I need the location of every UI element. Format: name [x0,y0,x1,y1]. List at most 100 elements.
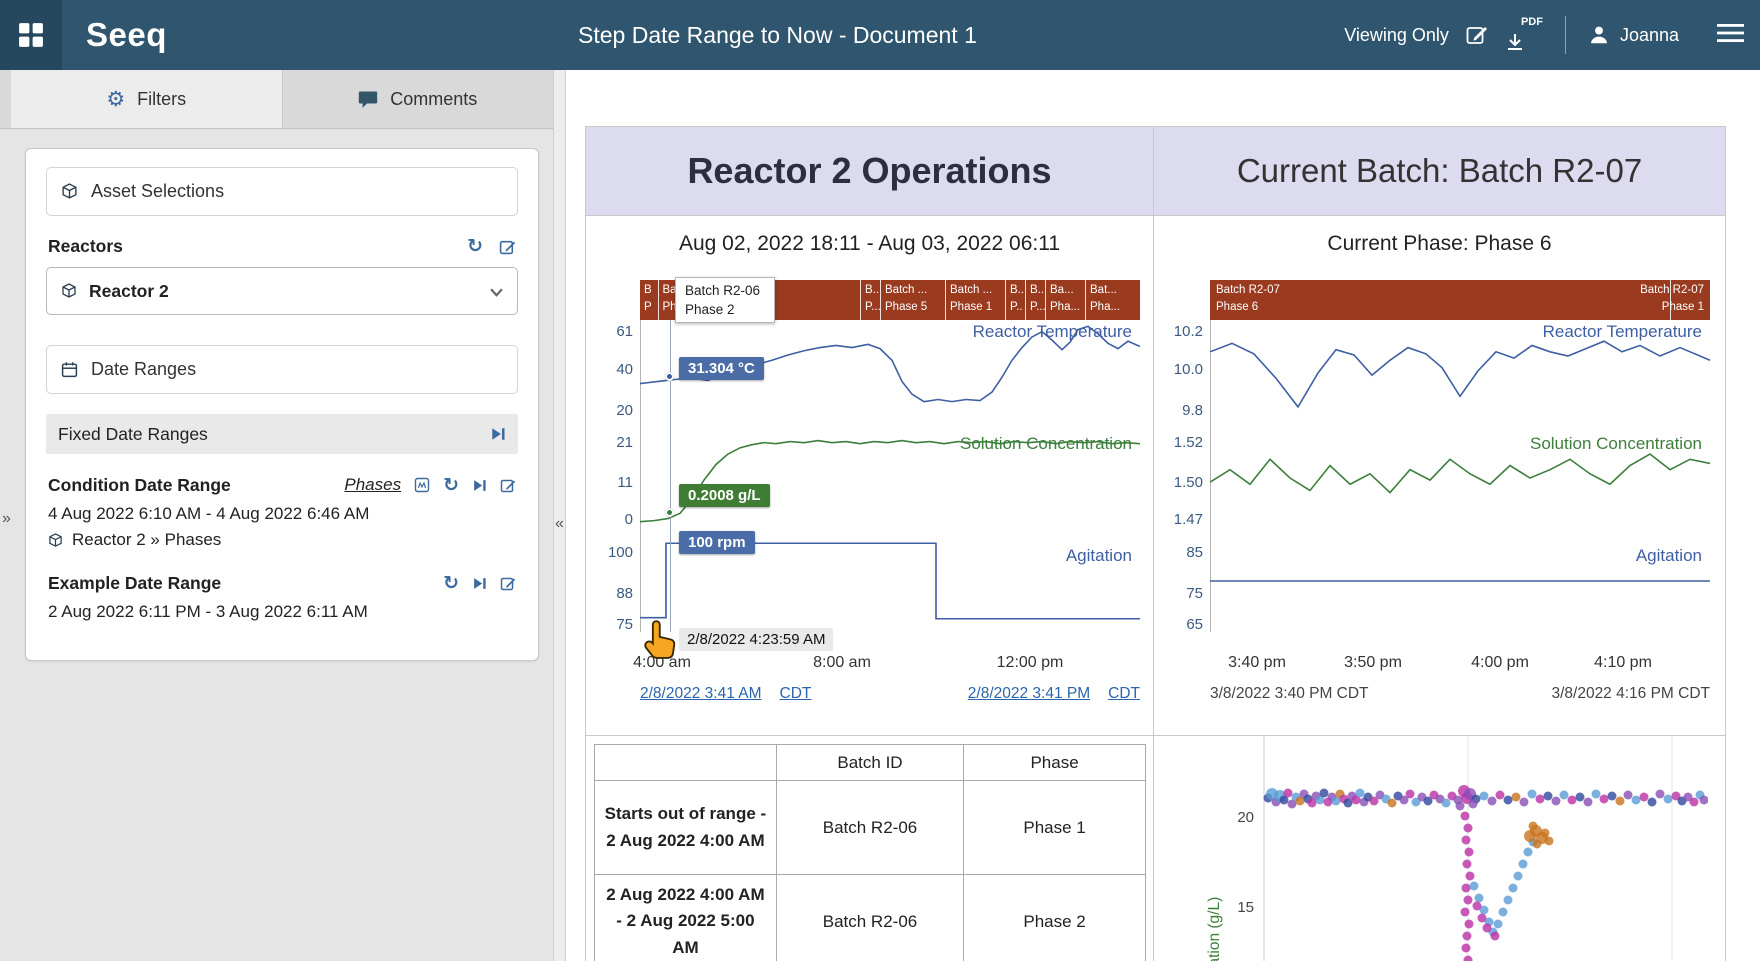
seeq-logo[interactable]: Seeq [86,16,167,54]
y-tick: 40 [600,361,633,378]
comment-icon [358,90,378,109]
capsule-label: Batch R2-07Phase 6 [1216,282,1280,316]
scatter-points [1264,785,1709,961]
batch-table-cell: Batch ID Phase Starts out of range - 2 A… [586,736,1154,961]
cube-icon [61,283,77,299]
asset-dropdown[interactable]: Reactor 2 [46,267,518,315]
download-arrow-icon [1505,32,1525,52]
phase-cell: Phase 2 [964,875,1146,961]
y-tick: 11 [600,474,633,491]
lane-agitation: Agitation [1210,530,1710,632]
date-ranges-header: Date Ranges [46,345,518,394]
capsule-segment[interactable]: BaPh [658,280,676,320]
left-chart-cell: Aug 02, 2022 18:11 - Aug 03, 2022 06:11 … [586,216,1154,736]
chart-range-footer: 3/8/2022 3:40 PM CDT 3/8/2022 4:16 PM CD… [1210,685,1710,703]
y-tick: 1.50 [1170,474,1203,491]
range-start-link[interactable]: 2/8/2022 3:41 AM [640,685,762,702]
capsule-label: Batch R2-07Phase 1 [1640,282,1704,316]
trend-chart-right[interactable]: 10.2 10.0 9.8 1.52 1.50 1.47 85 75 65 [1170,280,1710,714]
expand-panel-handle[interactable]: » [2,510,11,528]
app-launcher-button[interactable] [0,0,62,70]
trend-chart-left[interactable]: 61 40 20 21 11 0 100 88 75 BP [600,280,1140,714]
topbar-divider [1565,16,1566,54]
lane-reactor-temperature: Reactor Temperature 31.304 °C [640,320,1140,426]
value-tooltip: 0.2008 g/L [679,484,770,507]
date-ranges-title: Date Ranges [91,359,196,380]
export-pdf-button[interactable]: PDF [1505,16,1543,54]
worksheet-icon[interactable] [414,477,430,493]
topbar: Seeq Step Date Range to Now - Document 1… [0,0,1760,70]
range-cell: Starts out of range - 2 Aug 2022 4:00 AM [595,781,777,875]
phases-link[interactable]: Phases [344,475,401,495]
seeq-app: Seeq Step Date Range to Now - Document 1… [0,0,1760,961]
table-header-row: Batch ID Phase [595,745,1146,781]
refresh-icon[interactable]: ↻ [443,574,459,593]
tab-comments[interactable]: Comments [282,70,554,128]
y-tick: 61 [600,323,633,340]
collapse-panel-handle[interactable]: « [555,515,564,533]
edit-document-icon[interactable] [1465,23,1489,47]
pdf-label: PDF [1521,16,1543,28]
capsule-segment[interactable]: B..P.. [1005,280,1025,320]
x-tick: 3:50 pm [1344,654,1402,672]
refresh-icon[interactable]: ↻ [443,476,459,495]
tab-filters[interactable]: ⚙ Filters [11,70,282,128]
sidebar-splitter[interactable]: « [553,70,566,961]
cursor-dot [665,508,674,517]
range-end-link[interactable]: 2/8/2022 3:41 PM [968,685,1090,702]
edit-icon[interactable] [499,238,516,255]
capsule-segment[interactable]: Bat...Pha... [1085,280,1140,320]
x-tick: 4:10 pm [1594,654,1652,672]
reactors-row: Reactors ↻ [48,236,516,257]
document-area: Reactor 2 Operations Current Batch: Batc… [566,70,1760,961]
capsule-segment[interactable]: Ba...Pha... [1045,280,1085,320]
left-subtitle: Aug 02, 2022 18:11 - Aug 03, 2022 06:11 [586,232,1153,256]
series-label: Solution Concentration [1530,434,1702,454]
right-title: Current Batch: Batch R2-07 [1237,152,1642,190]
edit-icon[interactable] [500,575,516,591]
hamburger-menu-icon[interactable] [1717,23,1744,48]
capsule-segment[interactable]: Batch ...Phase 5 [880,280,945,320]
x-tick: 4:00 pm [1471,654,1529,672]
right-header-cell: Current Batch: Batch R2-07 [1154,127,1725,216]
scatter-plot-cell: tration (g/L) 20 15 [1154,736,1725,961]
timezone-link[interactable]: CDT [780,685,812,702]
batch-cell: Batch R2-06 [776,875,963,961]
scatter-plot[interactable] [1262,736,1708,961]
lane-solution-concentration: Solution Concentration [1210,426,1710,530]
tab-comments-label: Comments [390,89,477,110]
capsule-lane[interactable]: Batch R2-07Phase 6 Batch R2-07Phase 1 [1210,280,1710,320]
cube-icon [61,183,78,200]
x-tick: 12:00 pm [997,654,1064,672]
table-row: 2 Aug 2022 4:00 AM - 2 Aug 2022 5:00 AM … [595,875,1146,961]
example-date-range-name: Example Date Range [48,573,221,594]
gear-icon: ⚙ [106,89,125,110]
range-start-label: 3/8/2022 3:40 PM CDT [1210,685,1369,703]
plot-area[interactable]: Batch R2-07Phase 6 Batch R2-07Phase 1 [1210,280,1710,714]
chevron-down-icon [490,281,503,302]
asset-selections-header: Asset Selections [46,167,518,216]
edit-icon[interactable] [500,477,516,493]
refresh-icon[interactable]: ↻ [467,237,483,256]
column-header: Phase [964,745,1146,781]
fixed-date-ranges-label: Fixed Date Ranges [58,424,208,445]
step-to-end-icon[interactable] [490,426,506,442]
step-to-end-icon[interactable] [472,478,487,493]
timezone-link[interactable]: CDT [1108,685,1140,702]
series-label: Reactor Temperature [1543,322,1702,342]
tab-filters-label: Filters [137,89,186,110]
capsule-segment[interactable]: Batch ...Phase 1 [945,280,1005,320]
y-tick: 10.0 [1170,361,1203,378]
user-menu[interactable]: Joanna [1588,24,1679,46]
column-header [595,745,777,781]
y-tick: 20 [600,402,633,419]
capsule-segment[interactable]: B...P... [1025,280,1045,320]
chart-range-footer: 2/8/2022 3:41 AM CDT 2/8/2022 3:41 PM CDT [640,685,1140,703]
capsule-lane[interactable]: BP BaPh B...P... Batch ...Phase 5 Batch … [640,280,1140,320]
step-to-end-icon[interactable] [472,576,487,591]
capsule-segment[interactable]: BP [640,280,658,320]
cursor-hand-icon [642,618,680,667]
y-tick: 85 [1170,544,1203,561]
capsule-segment[interactable]: B...P... [860,280,880,320]
phase-cell: Phase 1 [964,781,1146,875]
